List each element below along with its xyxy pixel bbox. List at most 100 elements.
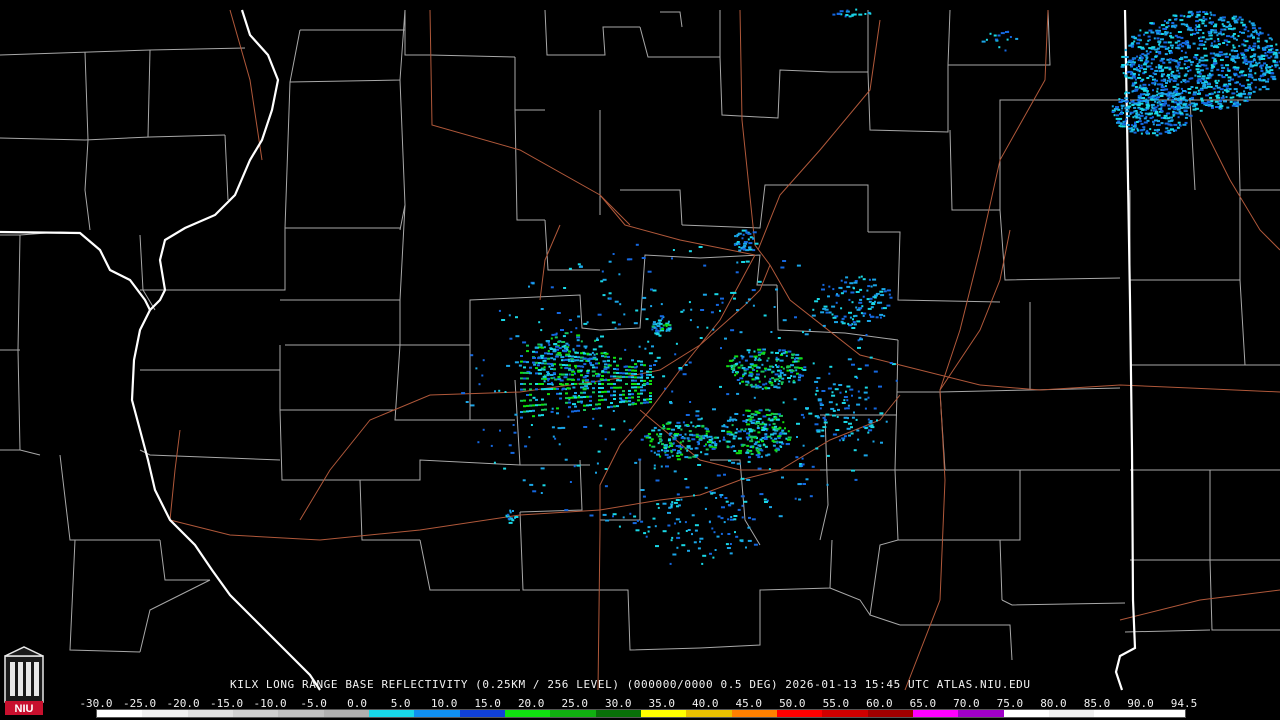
echo-pixel — [732, 359, 735, 362]
echo-pixel — [1184, 73, 1188, 76]
product-name: LONG RANGE BASE REFLECTIVITY — [265, 678, 469, 691]
echo-pixel — [1250, 81, 1253, 84]
echo-pixel — [879, 313, 884, 316]
echo-pixel — [637, 396, 640, 398]
echo-pixel — [531, 282, 535, 285]
echo-pixel — [1227, 40, 1231, 43]
echo-pixel — [515, 316, 518, 319]
echo-pixel — [538, 383, 541, 385]
echo-pixel — [1202, 11, 1206, 13]
highway-line — [757, 19, 881, 251]
echo-pixel — [601, 270, 604, 273]
county-line — [519, 511, 600, 591]
echo-pixel — [1251, 27, 1256, 30]
echo-pixel — [847, 322, 850, 325]
echo-pixel — [989, 32, 992, 35]
echo-pixel — [597, 313, 602, 316]
echo-pixel — [1171, 94, 1175, 97]
echo-pixel — [859, 298, 863, 301]
echo-pixel — [777, 382, 780, 385]
echo-pixel — [868, 425, 871, 428]
echo-pixel — [1143, 71, 1147, 74]
echo-pixel — [720, 532, 723, 535]
echo-pixel — [481, 374, 484, 377]
echo-pixel — [649, 398, 652, 401]
echo-pixel — [748, 246, 751, 249]
echo-pixel — [1172, 110, 1175, 113]
echo-pixel — [1160, 57, 1165, 60]
echo-pixel — [618, 525, 621, 528]
echo-pixel — [751, 289, 756, 292]
echo-pixel — [1238, 16, 1242, 19]
echo-pixel — [643, 389, 646, 392]
echo-pixel — [557, 427, 562, 430]
echo-pixel — [1219, 58, 1224, 61]
echo-pixel — [814, 300, 819, 303]
echo-pixel — [858, 396, 862, 399]
echo-pixel — [832, 409, 836, 412]
echo-pixel — [711, 527, 714, 530]
echo-pixel — [613, 398, 616, 400]
echo-pixel — [1009, 36, 1012, 38]
echo-pixel — [1136, 38, 1141, 41]
echo-pixel — [757, 417, 762, 420]
echo-pixel — [586, 369, 590, 372]
echo-pixel — [811, 465, 815, 468]
echo-pixel — [804, 333, 809, 336]
echo-pixel — [733, 357, 736, 360]
echo-pixel — [872, 440, 875, 443]
echo-pixel — [1196, 92, 1201, 95]
echo-pixel — [826, 454, 830, 457]
echo-pixel — [586, 395, 589, 398]
echo-pixel — [1209, 17, 1211, 20]
echo-pixel — [637, 392, 640, 395]
echo-pixel — [726, 440, 731, 443]
echo-pixel — [1177, 75, 1180, 78]
echo-pixel — [764, 435, 768, 438]
echo-pixel — [870, 426, 875, 429]
echo-pixel — [746, 444, 750, 447]
echo-pixel — [748, 242, 753, 245]
echo-pixel — [1223, 53, 1228, 56]
echo-pixel — [579, 265, 583, 268]
echo-pixel — [1247, 30, 1250, 33]
echo-pixel — [1203, 47, 1207, 50]
echo-pixel — [664, 447, 668, 450]
echo-pixel — [1146, 90, 1149, 93]
echo-pixel — [659, 315, 664, 318]
echo-pixel — [794, 316, 797, 319]
echo-pixel — [1164, 85, 1167, 88]
echo-pixel — [886, 289, 891, 292]
echo-pixel — [867, 431, 870, 434]
echo-pixel — [742, 247, 746, 250]
echo-pixel — [1217, 43, 1221, 46]
radar-map — [0, 8, 1280, 691]
echo-pixel — [782, 401, 785, 404]
echo-pixel — [757, 425, 760, 427]
echo-pixel — [1006, 38, 1009, 41]
echo-pixel — [635, 529, 640, 532]
echo-pixel — [674, 434, 679, 437]
echo-pixel — [540, 329, 543, 332]
echo-pixel — [752, 249, 756, 252]
echo-pixel — [1143, 93, 1146, 96]
echo-pixel — [725, 500, 729, 503]
echo-pixel — [574, 410, 577, 413]
echo-pixel — [782, 367, 785, 370]
echo-pixel — [1197, 75, 1202, 78]
echo-pixel — [757, 351, 760, 354]
echo-pixel — [765, 408, 770, 411]
echo-pixel — [1231, 55, 1235, 58]
echo-pixel — [764, 423, 768, 426]
echo-pixel — [678, 425, 682, 428]
echo-pixel — [553, 368, 556, 371]
echo-pixel — [619, 393, 622, 396]
echo-pixel — [1156, 114, 1161, 117]
echo-pixel — [608, 260, 612, 263]
echo-pixel — [477, 441, 480, 444]
echo-pixel — [1247, 67, 1250, 70]
echo-pixel — [1131, 104, 1135, 106]
echo-pixel — [565, 392, 568, 395]
echo-pixel — [1146, 77, 1150, 79]
echo-pixel — [1137, 96, 1142, 99]
